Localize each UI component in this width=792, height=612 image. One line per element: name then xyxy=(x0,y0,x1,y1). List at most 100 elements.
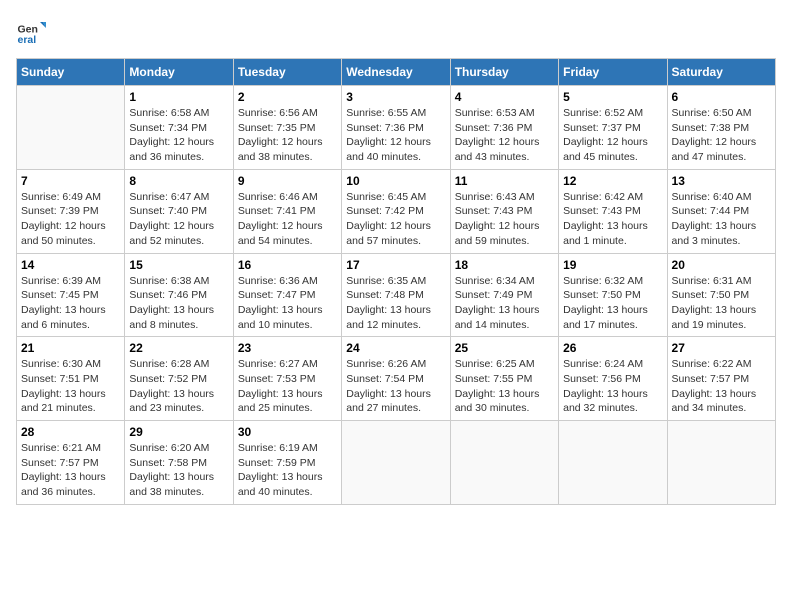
calendar-cell: 8Sunrise: 6:47 AMSunset: 7:40 PMDaylight… xyxy=(125,169,233,253)
calendar-cell: 20Sunrise: 6:31 AMSunset: 7:50 PMDayligh… xyxy=(667,253,775,337)
logo-icon: Gen eral xyxy=(16,16,46,46)
calendar-cell: 2Sunrise: 6:56 AMSunset: 7:35 PMDaylight… xyxy=(233,86,341,170)
calendar-cell xyxy=(342,421,450,505)
sunset-info: Sunset: 7:50 PM xyxy=(672,289,750,301)
sunset-info: Sunset: 7:45 PM xyxy=(21,289,99,301)
daylight-hours: Daylight: 13 hours xyxy=(21,471,106,483)
sunrise-info: Sunrise: 6:56 AM xyxy=(238,107,318,119)
sunrise-info: Sunrise: 6:46 AM xyxy=(238,191,318,203)
daylight-minutes: and 52 minutes. xyxy=(129,235,204,247)
day-number: 21 xyxy=(21,341,120,355)
daylight-hours: Daylight: 12 hours xyxy=(129,220,214,232)
weekday-header-wednesday: Wednesday xyxy=(342,59,450,86)
calendar-cell: 21Sunrise: 6:30 AMSunset: 7:51 PMDayligh… xyxy=(17,337,125,421)
sunrise-info: Sunrise: 6:53 AM xyxy=(455,107,535,119)
calendar-cell: 18Sunrise: 6:34 AMSunset: 7:49 PMDayligh… xyxy=(450,253,558,337)
daylight-minutes: and 17 minutes. xyxy=(563,319,638,331)
sunrise-info: Sunrise: 6:52 AM xyxy=(563,107,643,119)
calendar-week-row: 21Sunrise: 6:30 AMSunset: 7:51 PMDayligh… xyxy=(17,337,776,421)
sunset-info: Sunset: 7:41 PM xyxy=(238,205,316,217)
sunset-info: Sunset: 7:46 PM xyxy=(129,289,207,301)
day-number: 19 xyxy=(563,258,662,272)
calendar-cell: 7Sunrise: 6:49 AMSunset: 7:39 PMDaylight… xyxy=(17,169,125,253)
sunrise-info: Sunrise: 6:32 AM xyxy=(563,275,643,287)
sunrise-info: Sunrise: 6:28 AM xyxy=(129,358,209,370)
daylight-hours: Daylight: 12 hours xyxy=(455,220,540,232)
sunrise-info: Sunrise: 6:24 AM xyxy=(563,358,643,370)
daylight-minutes: and 45 minutes. xyxy=(563,151,638,163)
sunset-info: Sunset: 7:36 PM xyxy=(346,122,424,134)
day-number: 17 xyxy=(346,258,445,272)
sunset-info: Sunset: 7:42 PM xyxy=(346,205,424,217)
daylight-hours: Daylight: 13 hours xyxy=(238,304,323,316)
daylight-hours: Daylight: 13 hours xyxy=(563,388,648,400)
calendar-cell: 12Sunrise: 6:42 AMSunset: 7:43 PMDayligh… xyxy=(559,169,667,253)
calendar-cell: 29Sunrise: 6:20 AMSunset: 7:58 PMDayligh… xyxy=(125,421,233,505)
daylight-hours: Daylight: 13 hours xyxy=(238,388,323,400)
daylight-hours: Daylight: 13 hours xyxy=(21,388,106,400)
sunset-info: Sunset: 7:47 PM xyxy=(238,289,316,301)
calendar-cell: 10Sunrise: 6:45 AMSunset: 7:42 PMDayligh… xyxy=(342,169,450,253)
calendar-cell: 6Sunrise: 6:50 AMSunset: 7:38 PMDaylight… xyxy=(667,86,775,170)
day-number: 26 xyxy=(563,341,662,355)
sunset-info: Sunset: 7:52 PM xyxy=(129,373,207,385)
daylight-hours: Daylight: 13 hours xyxy=(346,388,431,400)
sunset-info: Sunset: 7:34 PM xyxy=(129,122,207,134)
calendar-cell: 25Sunrise: 6:25 AMSunset: 7:55 PMDayligh… xyxy=(450,337,558,421)
daylight-minutes: and 36 minutes. xyxy=(21,486,96,498)
daylight-hours: Daylight: 13 hours xyxy=(672,304,757,316)
day-number: 11 xyxy=(455,174,554,188)
daylight-minutes: and 47 minutes. xyxy=(672,151,747,163)
daylight-minutes: and 21 minutes. xyxy=(21,402,96,414)
daylight-hours: Daylight: 12 hours xyxy=(563,136,648,148)
daylight-minutes: and 10 minutes. xyxy=(238,319,313,331)
daylight-hours: Daylight: 13 hours xyxy=(563,220,648,232)
sunset-info: Sunset: 7:49 PM xyxy=(455,289,533,301)
sunrise-info: Sunrise: 6:45 AM xyxy=(346,191,426,203)
day-number: 25 xyxy=(455,341,554,355)
calendar-cell: 16Sunrise: 6:36 AMSunset: 7:47 PMDayligh… xyxy=(233,253,341,337)
day-number: 5 xyxy=(563,90,662,104)
calendar-week-row: 1Sunrise: 6:58 AMSunset: 7:34 PMDaylight… xyxy=(17,86,776,170)
sunset-info: Sunset: 7:51 PM xyxy=(21,373,99,385)
calendar-cell: 24Sunrise: 6:26 AMSunset: 7:54 PMDayligh… xyxy=(342,337,450,421)
sunrise-info: Sunrise: 6:49 AM xyxy=(21,191,101,203)
day-number: 29 xyxy=(129,425,228,439)
calendar-cell: 13Sunrise: 6:40 AMSunset: 7:44 PMDayligh… xyxy=(667,169,775,253)
sunset-info: Sunset: 7:38 PM xyxy=(672,122,750,134)
svg-text:eral: eral xyxy=(18,34,37,46)
calendar-cell: 11Sunrise: 6:43 AMSunset: 7:43 PMDayligh… xyxy=(450,169,558,253)
daylight-minutes: and 6 minutes. xyxy=(21,319,90,331)
daylight-hours: Daylight: 13 hours xyxy=(672,388,757,400)
daylight-minutes: and 57 minutes. xyxy=(346,235,421,247)
sunrise-info: Sunrise: 6:25 AM xyxy=(455,358,535,370)
daylight-minutes: and 25 minutes. xyxy=(238,402,313,414)
day-number: 3 xyxy=(346,90,445,104)
daylight-minutes: and 3 minutes. xyxy=(672,235,741,247)
sunrise-info: Sunrise: 6:19 AM xyxy=(238,442,318,454)
calendar-table: SundayMondayTuesdayWednesdayThursdayFrid… xyxy=(16,58,776,505)
day-number: 4 xyxy=(455,90,554,104)
weekday-header-monday: Monday xyxy=(125,59,233,86)
sunset-info: Sunset: 7:57 PM xyxy=(672,373,750,385)
day-number: 6 xyxy=(672,90,771,104)
sunset-info: Sunset: 7:48 PM xyxy=(346,289,424,301)
daylight-hours: Daylight: 12 hours xyxy=(346,136,431,148)
daylight-hours: Daylight: 12 hours xyxy=(346,220,431,232)
calendar-cell: 9Sunrise: 6:46 AMSunset: 7:41 PMDaylight… xyxy=(233,169,341,253)
page-header: Gen eral xyxy=(16,16,776,46)
daylight-minutes: and 36 minutes. xyxy=(129,151,204,163)
daylight-minutes: and 40 minutes. xyxy=(346,151,421,163)
sunrise-info: Sunrise: 6:31 AM xyxy=(672,275,752,287)
sunset-info: Sunset: 7:56 PM xyxy=(563,373,641,385)
daylight-minutes: and 12 minutes. xyxy=(346,319,421,331)
daylight-minutes: and 1 minute. xyxy=(563,235,627,247)
day-number: 9 xyxy=(238,174,337,188)
sunrise-info: Sunrise: 6:21 AM xyxy=(21,442,101,454)
calendar-cell: 15Sunrise: 6:38 AMSunset: 7:46 PMDayligh… xyxy=(125,253,233,337)
daylight-minutes: and 34 minutes. xyxy=(672,402,747,414)
sunrise-info: Sunrise: 6:35 AM xyxy=(346,275,426,287)
calendar-cell: 19Sunrise: 6:32 AMSunset: 7:50 PMDayligh… xyxy=(559,253,667,337)
daylight-minutes: and 54 minutes. xyxy=(238,235,313,247)
sunset-info: Sunset: 7:43 PM xyxy=(455,205,533,217)
